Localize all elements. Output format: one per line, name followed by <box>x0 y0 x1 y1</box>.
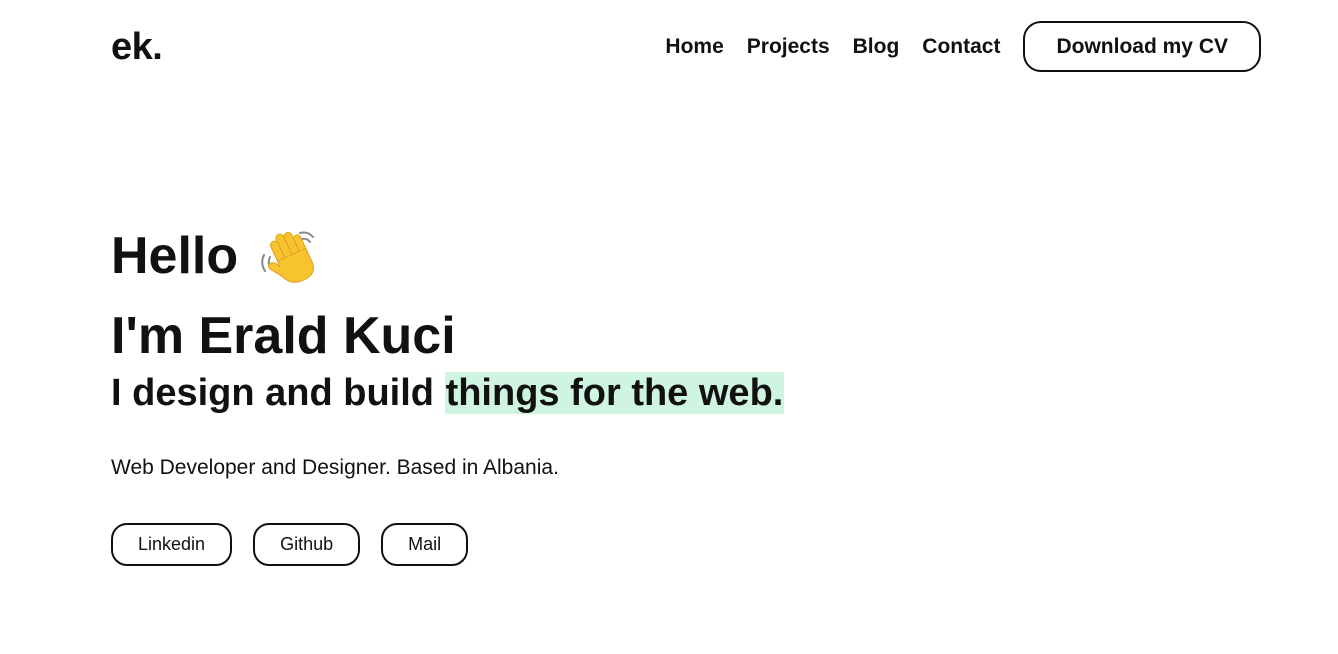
github-button[interactable]: Github <box>253 523 361 566</box>
greeting-heading: Hello <box>111 222 784 290</box>
mail-button[interactable]: Mail <box>381 523 469 566</box>
greeting-text: Hello <box>111 227 239 285</box>
tagline-highlight: things for the web. <box>444 372 785 414</box>
tagline-heading: I design and build things for the web. <box>111 370 785 416</box>
waving-hand-icon <box>256 225 322 287</box>
name-heading: I'm Erald Kuci <box>111 307 456 365</box>
nav-contact-link[interactable]: Contact <box>922 35 1000 59</box>
nav-home-link[interactable]: Home <box>665 35 723 59</box>
social-links: Linkedin Github Mail <box>111 523 784 566</box>
linkedin-button[interactable]: Linkedin <box>111 523 233 566</box>
nav-blog-link[interactable]: Blog <box>853 35 900 59</box>
hero-section: Hello I'm Erald Kuci I design and build … <box>111 222 785 566</box>
tagline-text: I design and build <box>111 372 445 414</box>
nav-projects-link[interactable]: Projects <box>747 35 830 59</box>
site-logo[interactable]: ek. <box>111 22 163 72</box>
subtitle-text: Web Developer and Designer. Based in Alb… <box>111 456 559 479</box>
main-nav: Home Projects Blog Contact Download my C… <box>665 19 1261 74</box>
download-cv-button[interactable]: Download my CV <box>1023 21 1261 72</box>
